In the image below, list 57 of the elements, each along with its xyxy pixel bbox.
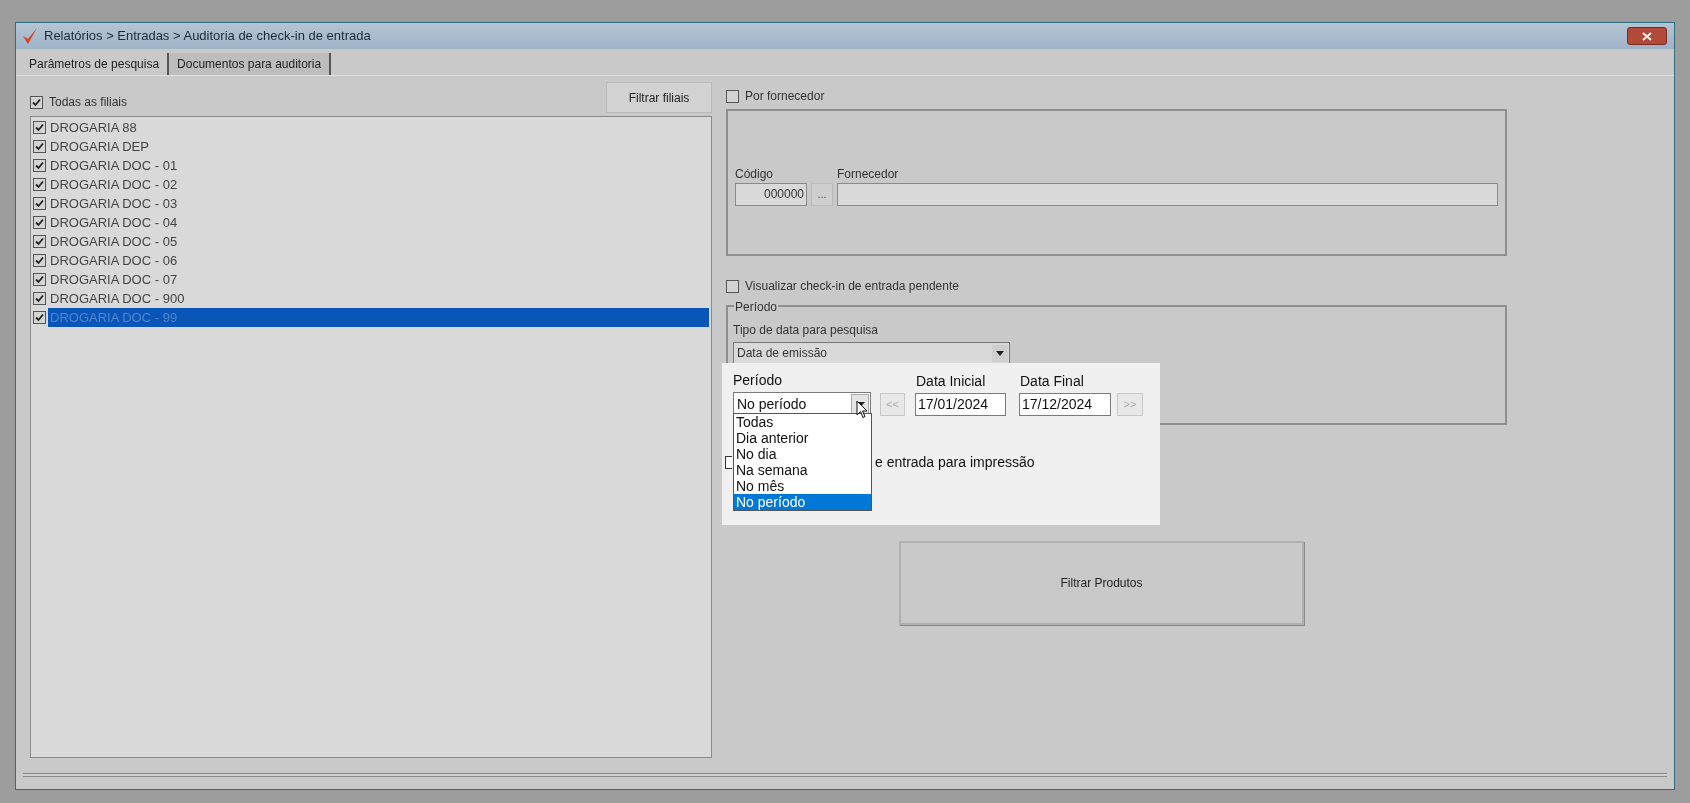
checkbox[interactable] <box>33 140 46 153</box>
checkbox[interactable] <box>33 254 46 267</box>
filter-branches-button[interactable]: Filtrar filiais <box>606 82 712 113</box>
dropdown-option[interactable]: Dia anterior <box>734 430 871 446</box>
dropdown-value: Data de emissão <box>737 345 828 362</box>
date-field[interactable]: 17/01/2024 <box>915 393 1006 416</box>
dropdown-option[interactable]: Na semana <box>734 462 871 478</box>
field-label: Fornecedor <box>837 166 900 183</box>
checkbox[interactable] <box>33 311 46 324</box>
list-item[interactable]: DROGARIA DOC - 05 <box>48 232 709 251</box>
close-button[interactable] <box>1627 27 1667 45</box>
date-field[interactable]: 17/12/2024 <box>1019 393 1111 416</box>
checkmark-logo-icon <box>22 27 38 45</box>
checkbox[interactable] <box>726 89 739 103</box>
checkbox[interactable] <box>33 273 46 286</box>
checkbox[interactable] <box>33 235 46 248</box>
list-item[interactable]: DROGARIA DOC - 03 <box>48 194 709 213</box>
checkbox[interactable] <box>33 197 46 210</box>
close-icon <box>1642 31 1652 41</box>
code-field[interactable]: 000000 <box>735 183 807 206</box>
checkbox-label: Visualizar check-in de entrada pendente <box>745 278 959 295</box>
list-item[interactable]: DROGARIA DOC - 01 <box>48 156 709 175</box>
field-label: Tipo de data para pesquisa <box>733 322 879 339</box>
checkbox-label: Todas as filiais <box>49 94 128 111</box>
checkbox[interactable] <box>30 95 43 109</box>
list-item[interactable]: DROGARIA DOC - 02 <box>48 175 709 194</box>
dropdown-option[interactable]: No dia <box>734 446 871 462</box>
dropdown-option[interactable]: Todas <box>734 414 871 430</box>
dropdown-option[interactable]: No mês <box>734 478 871 494</box>
supplier-field[interactable] <box>837 183 1498 206</box>
checkbox[interactable] <box>33 159 46 172</box>
tab[interactable]: Documentos para auditoria <box>169 53 332 75</box>
list-item[interactable]: DROGARIA DOC - 06 <box>48 251 709 270</box>
field-label: Data Final <box>1019 372 1085 390</box>
date-type-dropdown[interactable]: Data de emissão <box>733 342 1010 364</box>
checkbox[interactable] <box>33 121 46 134</box>
list-item[interactable]: DROGARIA DOC - 07 <box>48 270 709 289</box>
dropdown-value: No período <box>737 394 807 414</box>
checkbox[interactable] <box>725 456 732 469</box>
field-label: Data Inicial <box>915 372 987 390</box>
list-item[interactable]: DROGARIA DOC - 900 <box>48 289 709 308</box>
caret-icon <box>992 344 1008 362</box>
checkbox-label: e entrada para impressão <box>875 453 1035 472</box>
checkbox[interactable] <box>726 279 739 293</box>
list-item[interactable]: DROGARIA DOC - 04 <box>48 213 709 232</box>
checkbox[interactable] <box>33 178 46 191</box>
filter-products-button[interactable]: Filtrar Produtos <box>899 541 1304 625</box>
field-label: Período <box>733 371 784 389</box>
lookup-button[interactable]: ... <box>811 183 833 206</box>
list-item[interactable]: DROGARIA DEP <box>48 137 709 156</box>
checkbox[interactable] <box>33 216 46 229</box>
field-label: Código <box>735 166 775 183</box>
checkbox-label: Por fornecedor <box>745 88 825 105</box>
window-title: Relatórios > Entradas > Auditoria de check-in de entrada <box>44 27 371 46</box>
dropdown-option[interactable]: No período <box>734 494 871 510</box>
list-item[interactable]: DROGARIA 88 <box>48 118 709 137</box>
checkbox[interactable] <box>33 292 46 305</box>
